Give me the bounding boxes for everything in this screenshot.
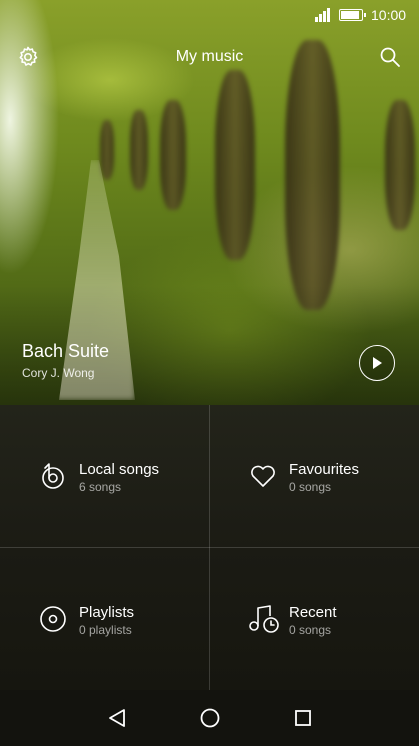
tile-local-songs[interactable]: Local songs 6 songs bbox=[0, 405, 209, 547]
play-button[interactable] bbox=[359, 345, 395, 381]
battery-icon bbox=[339, 9, 366, 21]
page-title: My music bbox=[175, 48, 244, 65]
system-nav-bar bbox=[0, 690, 419, 746]
play-icon bbox=[373, 357, 382, 369]
back-icon[interactable] bbox=[104, 705, 130, 731]
tile-label: Favourites bbox=[289, 461, 360, 478]
tile-playlists[interactable]: Playlists 0 playlists bbox=[0, 548, 209, 690]
home-icon[interactable] bbox=[197, 705, 223, 731]
signal-icon bbox=[315, 8, 333, 22]
tile-count: 0 playlists bbox=[79, 623, 132, 637]
heart-icon bbox=[248, 461, 278, 491]
recents-icon[interactable] bbox=[290, 705, 316, 731]
now-playing-artist[interactable]: Cory J. Wong bbox=[22, 366, 94, 380]
status-bar: 10:00 bbox=[0, 0, 419, 30]
tile-count: 0 songs bbox=[289, 480, 332, 494]
now-playing-title[interactable]: Bach Suite bbox=[22, 341, 109, 362]
tile-count: 6 songs bbox=[79, 480, 122, 494]
recent-music-icon bbox=[248, 604, 279, 634]
search-icon[interactable] bbox=[374, 41, 406, 73]
tile-label: Local songs bbox=[79, 461, 160, 478]
status-time: 10:00 bbox=[371, 7, 407, 23]
tile-favourites[interactable]: Favourites 0 songs bbox=[210, 405, 419, 547]
music-app-screen: 10:00 My music Bach Suite Cory J. Wong L… bbox=[0, 0, 419, 746]
tile-count: 0 songs bbox=[289, 623, 332, 637]
library-grid: Local songs 6 songs Favourites 0 songs P… bbox=[0, 405, 419, 690]
disc-icon bbox=[38, 604, 68, 634]
tile-label: Playlists bbox=[79, 604, 135, 621]
tile-recent[interactable]: Recent 0 songs bbox=[210, 548, 419, 690]
tile-label: Recent bbox=[289, 604, 337, 621]
local-songs-icon bbox=[38, 461, 68, 491]
